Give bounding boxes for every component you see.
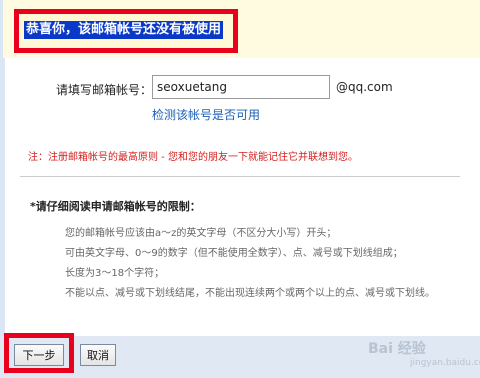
cancel-button[interactable]: 取消	[80, 344, 116, 366]
rule-item: 长度为3～18个字符；	[65, 268, 165, 279]
divider	[20, 176, 460, 177]
success-message: 恭喜你，该邮箱帐号还没有被使用	[24, 21, 224, 39]
rule-item: 您的邮箱帐号应该由a～z的英文字母（不区分大小写）开头；	[65, 228, 337, 239]
registration-note: 注：注册邮箱帐号的最高原则 - 您和您的朋友一下就能记住它并联想到您。	[28, 152, 358, 163]
email-field[interactable]	[152, 75, 330, 99]
rules-title: *请仔细阅读申请邮箱帐号的限制：	[30, 200, 201, 213]
watermark-url: jingyan.baidu.com	[410, 358, 480, 368]
email-label: 请填写邮箱帐号：	[56, 83, 153, 97]
rule-item: 不能以点、减号或下划线结尾，不能出现连续两个或两个以上的点、减号或下划线。	[65, 288, 435, 299]
next-button-highlight	[4, 333, 74, 373]
email-registration-page: 恭喜你，该邮箱帐号还没有被使用 请填写邮箱帐号： @qq.com 检测该帐号是否…	[0, 0, 480, 378]
check-availability-link[interactable]: 检测该帐号是否可用	[152, 106, 260, 123]
watermark-logo: Bai 经验	[368, 341, 426, 357]
rule-item: 可由英文字母、0～9的数字（但不能使用全数字）、点、减号或下划线组成；	[65, 248, 403, 259]
email-domain: @qq.com	[336, 80, 393, 94]
